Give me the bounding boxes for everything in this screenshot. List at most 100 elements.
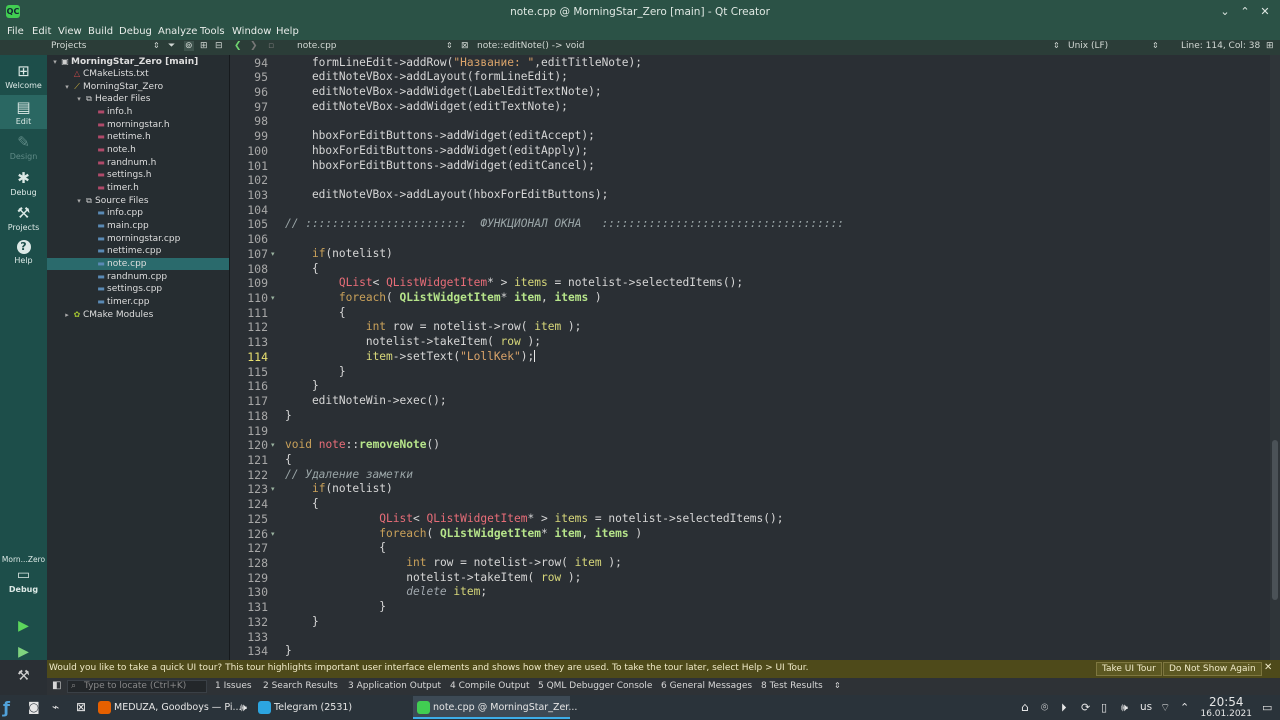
scrollbar-thumb[interactable] <box>1272 440 1278 600</box>
tree-item[interactable]: ▬ morningstar.h <box>47 119 229 132</box>
split-icon[interactable]: ⊞ <box>200 41 208 51</box>
expand-arrow-icon[interactable]: ▸ <box>63 309 71 322</box>
code-line[interactable]: // :::::::::::::::::::::::: ФУНКЦИОНАЛ О… <box>285 217 844 232</box>
disk-icon[interactable]: ⌾ <box>1041 695 1048 720</box>
tree-item[interactable]: ▬ settings.cpp <box>47 283 229 296</box>
code-line[interactable]: } <box>285 600 386 615</box>
tree-item[interactable]: △ CMakeLists.txt <box>47 68 229 81</box>
notifications-icon[interactable]: ⌃ <box>1180 695 1189 720</box>
tree-item[interactable]: ▬ morningstar.cpp <box>47 233 229 246</box>
cursor-position[interactable]: Line: 114, Col: 38 <box>1181 41 1260 51</box>
code-line[interactable]: item->setText("LollKek"); <box>285 349 536 365</box>
tree-item[interactable]: ▬ note.cpp <box>47 257 229 271</box>
tree-item[interactable]: ▬ nettime.h <box>47 131 229 144</box>
code-line[interactable]: if(notelist) <box>285 482 393 497</box>
toggle-sidebar-icon[interactable]: ◧ <box>52 680 61 691</box>
build-icon[interactable]: ⚒ <box>0 668 47 684</box>
media-player-icon[interactable]: ⏵ <box>1061 695 1067 720</box>
menu-window[interactable]: Window <box>232 26 271 37</box>
menu-debug[interactable]: Debug <box>119 26 152 37</box>
output-pane-4[interactable]: 4 Compile Output <box>450 681 530 691</box>
keyboard-layout[interactable]: us <box>1140 695 1152 720</box>
code-line[interactable]: foreach( QListWidgetItem* item, items ) <box>285 527 642 542</box>
code-line[interactable]: editNoteVBox->addLayout(formLineEdit); <box>285 70 568 85</box>
code-line[interactable]: void note::removeNote() <box>285 438 440 453</box>
code-line[interactable]: { <box>285 497 319 512</box>
code-line[interactable]: } <box>285 615 319 630</box>
output-pane-1[interactable]: 1 Issues <box>215 681 252 691</box>
close-icon[interactable]: ✕ <box>1256 3 1274 21</box>
expand-arrow-icon[interactable]: ▾ <box>75 195 83 208</box>
clock[interactable]: 20:54 16.01.2021 <box>1200 696 1252 720</box>
menu-edit[interactable]: Edit <box>32 26 51 37</box>
wifi-icon[interactable]: ⌔ <box>1160 695 1170 720</box>
file-combo-arrows-icon[interactable]: ⇕ <box>446 41 453 50</box>
link-icon[interactable]: ⊚ <box>184 41 194 51</box>
minimize-icon[interactable]: ⌄ <box>1216 3 1234 21</box>
tree-item[interactable]: ▬ settings.h <box>47 169 229 182</box>
audio-playing-icon[interactable]: 🕪 <box>240 695 247 720</box>
code-line[interactable]: } <box>285 379 319 394</box>
terminal-icon[interactable]: ⌁ <box>52 695 59 720</box>
updates-icon[interactable]: ⟳ <box>1081 695 1090 720</box>
code-line[interactable]: foreach( QListWidgetItem* item, items ) <box>285 291 602 306</box>
code-line[interactable]: if(notelist) <box>285 247 393 262</box>
close-sidebar-icon[interactable]: ⊟ <box>215 41 223 51</box>
tree-item[interactable]: ▬ info.h <box>47 106 229 119</box>
fold-marker-icon[interactable]: ▾ <box>271 294 275 302</box>
fedora-menu-icon[interactable]: ƒ <box>3 695 21 720</box>
code-line[interactable]: hboxForEditButtons->addWidget(editApply)… <box>285 144 588 159</box>
run-icon[interactable]: ▶ <box>0 618 47 634</box>
code-line[interactable]: // Удаление заметки <box>285 468 413 483</box>
code-line[interactable]: hboxForEditButtons->addWidget(editCancel… <box>285 159 595 174</box>
output-pane-8[interactable]: 8 Test Results <box>761 681 823 691</box>
menu-analyze[interactable]: Analyze <box>158 26 197 37</box>
fold-marker-icon[interactable]: ▾ <box>271 485 275 493</box>
code-line[interactable]: } <box>285 644 292 659</box>
tree-item[interactable]: ▬ main.cpp <box>47 220 229 233</box>
window-switch-icon[interactable]: ⊠ <box>76 695 86 720</box>
code-line[interactable]: editNoteVBox->addLayout(hboxForEditButto… <box>285 188 608 203</box>
output-pane-5[interactable]: 5 QML Debugger Console <box>538 681 652 691</box>
mode-debug[interactable]: ✱ Debug <box>0 166 47 200</box>
code-line[interactable]: notelist->takeItem( row ); <box>285 571 581 586</box>
menu-build[interactable]: Build <box>88 26 113 37</box>
vertical-scrollbar[interactable] <box>1270 55 1280 660</box>
code-line[interactable]: { <box>285 453 292 468</box>
line-ending-arrows-icon[interactable]: ⇕ <box>1152 41 1159 50</box>
tree-item[interactable]: ▾ ▣ MorningStar_Zero [main] <box>47 56 229 69</box>
menu-file[interactable]: File <box>7 26 24 37</box>
output-pane-3[interactable]: 3 Application Output <box>348 681 441 691</box>
code-line[interactable]: delete item; <box>285 585 487 600</box>
file-combo[interactable]: note.cpp <box>297 41 337 51</box>
tree-item[interactable]: ▸ ✿ CMake Modules <box>47 309 229 322</box>
task-button[interactable]: Telegram (2531) <box>254 696 409 719</box>
kit-selector[interactable]: Morn...Zero ▭ Debug <box>0 555 47 594</box>
split-editor-icon[interactable]: ⊞ <box>1266 41 1274 51</box>
code-line[interactable]: editNoteVBox->addWidget(editTextNote); <box>285 100 568 115</box>
expand-arrow-icon[interactable]: ▾ <box>51 56 59 69</box>
code-line[interactable]: } <box>285 409 292 424</box>
menu-help[interactable]: Help <box>276 26 299 37</box>
code-line[interactable]: notelist->takeItem( row ); <box>285 335 541 350</box>
code-line[interactable]: QList< QListWidgetItem* > items = noteli… <box>285 512 783 527</box>
menu-view[interactable]: View <box>58 26 82 37</box>
take-tour-button[interactable]: Take UI Tour <box>1096 662 1162 676</box>
mode-edit[interactable]: ▤ Edit <box>0 95 47 129</box>
do-not-show-button[interactable]: Do Not Show Again <box>1163 662 1262 676</box>
back-arrow-icon[interactable]: ❮ <box>234 41 242 51</box>
discord-icon[interactable]: ◙ <box>28 695 40 720</box>
mode-projects[interactable]: ⚒ Projects <box>0 201 47 235</box>
code-line[interactable]: int row = notelist->row( item ); <box>285 320 582 335</box>
tree-item[interactable]: ▾ ⟋ MorningStar_Zero <box>47 81 229 94</box>
code-line[interactable]: { <box>285 541 386 556</box>
output-pane-2[interactable]: 2 Search Results <box>263 681 338 691</box>
output-pane-6[interactable]: 6 General Messages <box>661 681 752 691</box>
line-ending-combo[interactable]: Unix (LF) <box>1068 41 1108 51</box>
code-editor[interactable]: 94 95 96 97 98 99 100 101 102 103 104 105 106 107 ▾ 108… <box>230 55 1280 660</box>
sort-icon[interactable]: ⇕ <box>153 41 160 50</box>
maximize-icon[interactable]: ⌃ <box>1236 3 1254 21</box>
code-line[interactable]: editNoteVBox->addWidget(LabelEditTextNot… <box>285 85 602 100</box>
menu-tools[interactable]: Tools <box>200 26 225 37</box>
fold-marker-icon[interactable]: ▾ <box>271 250 275 258</box>
